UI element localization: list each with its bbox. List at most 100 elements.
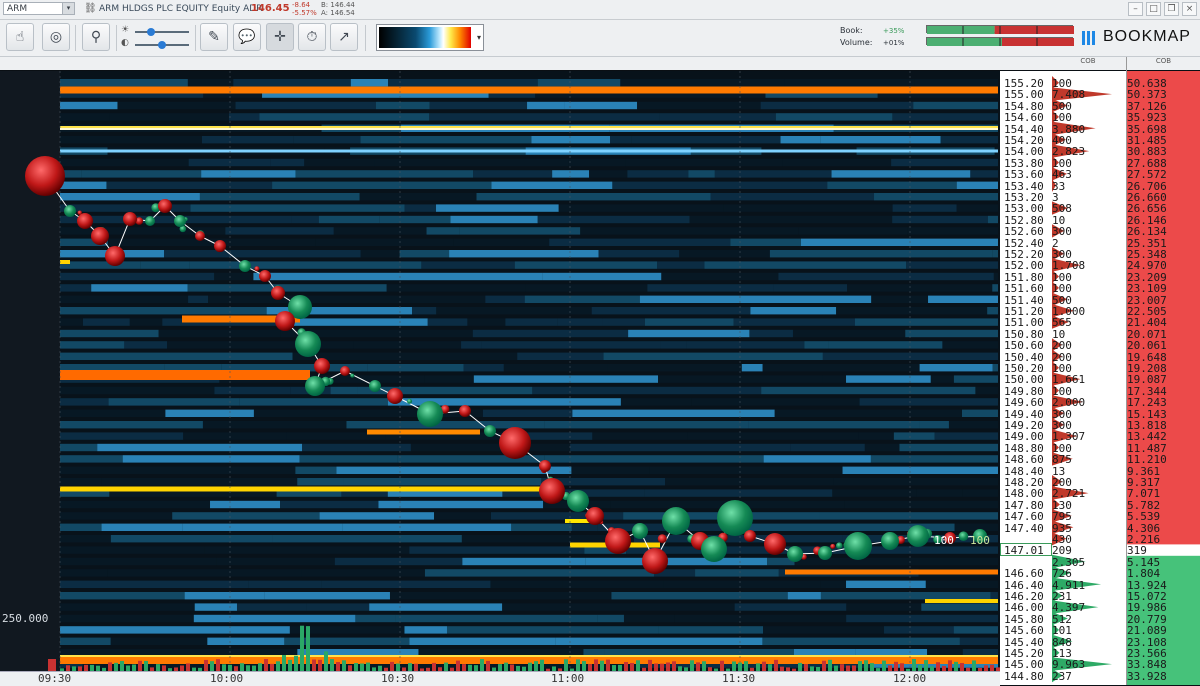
trade-bubble [271,286,285,300]
liquidity-band [570,443,791,452]
liquidity-band [800,238,998,246]
liquidity-band [81,170,202,178]
volume-bar [630,662,634,671]
liquidity-band [107,569,302,577]
last-price: 146.45 [251,3,290,14]
liquidity-band [193,614,356,623]
recenter-icon[interactable]: ◎ [42,23,70,51]
liquidity-band [959,637,998,645]
time-tick: 11:00 [551,672,585,685]
book-label: Book: [840,26,863,35]
liquidity-band [820,592,991,600]
indicator-icon[interactable]: ↗ [330,23,358,51]
volume-bar [840,664,844,671]
liquidity-band [194,603,237,611]
trade-bubble [369,380,381,392]
liquidity-band [60,284,92,292]
ladder-header-right: COB [1127,57,1200,70]
slider-knob[interactable] [158,41,166,49]
ladder-row[interactable]: 144.80 237 33.928 [1000,670,1200,683]
slider-knob[interactable] [147,28,155,36]
volume-bar [408,663,412,671]
liquidity-band [780,136,821,144]
liquidity-band [564,101,638,110]
liquidity-band [60,443,98,452]
liquidity-band [916,489,963,497]
liquidity-band [591,307,751,315]
contrast-slider[interactable]: ◐ [121,38,191,50]
trade-bubble [586,507,604,525]
volume-bar [870,663,874,671]
restore-icon[interactable]: ❐ [1164,2,1179,16]
volume-bar [756,663,760,671]
trade-bubble [195,231,205,241]
liquidity-band [663,580,821,588]
crosshair-icon[interactable]: ✛ [266,23,294,51]
volume-imbalance-bar [926,37,1074,46]
liquidity-band [291,318,428,326]
liquidity-band [884,626,954,634]
volume-bar [654,663,658,671]
volume-bar [444,662,448,671]
link-icon[interactable]: ⛓ [84,3,97,14]
stopwatch-icon[interactable]: ⏱ [298,23,326,51]
liquidity-band [210,500,281,509]
liquidity-band [537,79,621,87]
order-book-heatmap[interactable]: 250.000 100 100 [0,71,1000,671]
liquidity-band [954,523,998,531]
change-absolute: -8.64 [292,1,311,9]
liquidity-band [424,569,654,577]
liquidity-band [359,193,477,201]
chat-icon[interactable]: 💬 [233,23,261,51]
liquidity-band [101,523,183,531]
liquidity-band [395,614,598,623]
trade-bubble [844,532,872,560]
liquidity-band [60,181,107,189]
liquidity-band [304,158,375,167]
liquidity-band [503,364,608,372]
minimize-icon[interactable]: – [1128,2,1143,16]
brightness-slider[interactable]: ☀ [121,25,191,37]
trade-bubble [91,227,109,245]
liquidity-band [60,614,194,623]
liquidity-band [892,215,988,224]
liquidity-band [774,409,962,417]
liquidity-band [426,227,460,235]
hand-icon[interactable]: ☝ [6,23,34,51]
liquidity-band [60,500,211,509]
chevron-down-icon[interactable]: ▾ [62,3,74,14]
price-ladder[interactable]: 155.20 100 50.638 155.00 7.408 50.373 154.80 50… [1000,71,1200,685]
trade-bubble [459,405,471,417]
volume-bar [540,659,544,671]
heatmap-canvas[interactable] [0,71,1000,671]
close-icon[interactable]: × [1182,2,1197,16]
volume-bar [636,660,640,671]
symbol-selector[interactable]: ARM ▾ [3,2,75,15]
maximize-icon[interactable]: □ [1146,2,1161,16]
liquidity-band [404,204,437,212]
liquidity-band [792,329,906,338]
liquidity-band [833,478,998,486]
chevron-down-icon[interactable]: ▾ [477,33,481,42]
liquidity-band [60,512,173,520]
book-imbalance-bar [926,25,1074,34]
volume-bar [762,661,766,671]
liquidity-band [864,443,900,452]
trade-bubble [632,523,648,539]
liquidity-band [905,329,998,338]
volume-bar [696,662,700,671]
heatmap-color-scale[interactable]: ▾ [376,24,484,51]
liquidity-band [659,113,776,121]
volume-bar [354,663,358,671]
liquidity-band [421,261,515,269]
volume-bar [660,663,664,671]
volume-bar [432,662,436,671]
pencil-icon[interactable]: ✎ [200,23,228,51]
liquidity-band [225,227,334,235]
liquidity-band [532,386,762,395]
broom-icon[interactable]: ⚲ [82,23,110,51]
liquidity-band [892,113,998,121]
instrument-name: ARM HLDGS PLC EQUITY Equity ADR [99,4,263,14]
liquidity-band [558,204,724,212]
liquidity-band [537,215,690,224]
